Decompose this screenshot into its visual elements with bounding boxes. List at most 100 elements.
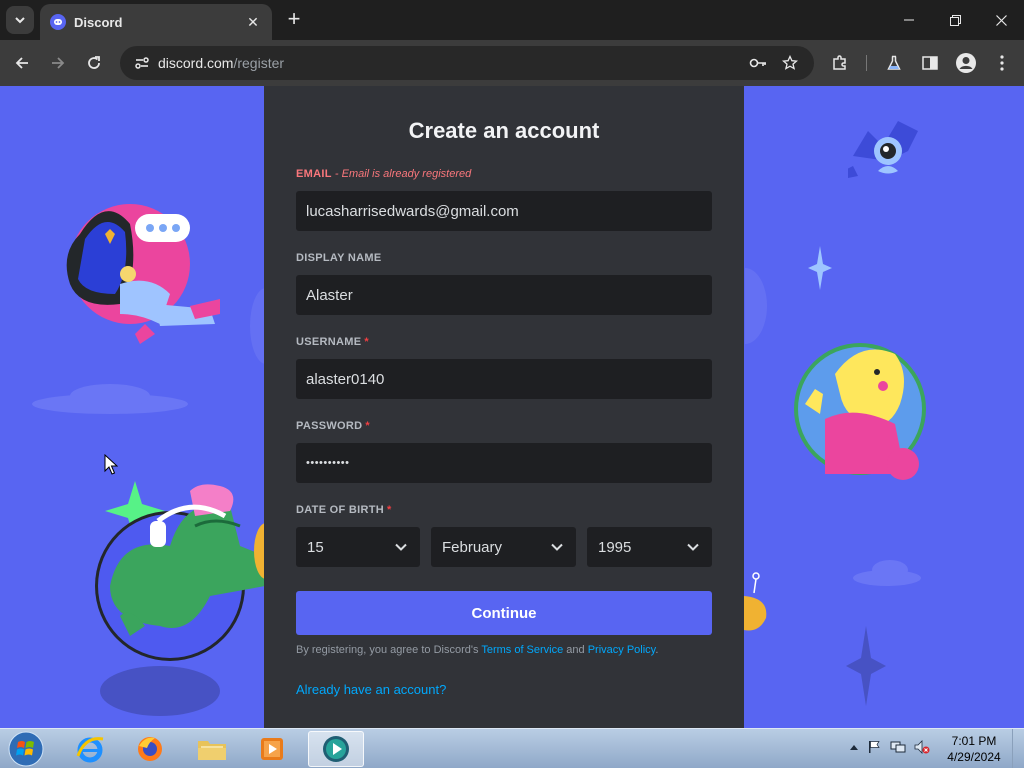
volume-muted-icon[interactable]	[914, 739, 930, 755]
tab-search-button[interactable]	[6, 6, 34, 34]
profile-avatar-icon[interactable]	[954, 51, 978, 75]
page-title: Create an account	[408, 118, 600, 143]
close-icon	[995, 14, 1007, 26]
legal-notice: By registering, you agree to Discord's T…	[296, 644, 712, 656]
media-player-icon	[261, 738, 283, 760]
browser-tab-discord[interactable]: Discord ✕	[40, 4, 272, 40]
password-field[interactable]: ••••••••••	[296, 443, 712, 483]
side-panel-icon[interactable]	[918, 51, 942, 75]
email-error-message: - Email is already registered	[334, 168, 472, 180]
extensions-puzzle-icon[interactable]	[828, 51, 852, 75]
minimize-button[interactable]	[886, 6, 932, 34]
email-label-text: EMAIL	[296, 168, 332, 180]
register-modal: Create an account EMAIL - Email is alrea…	[264, 86, 744, 728]
site-info-icon[interactable]	[132, 53, 152, 73]
toolbar-divider	[866, 55, 867, 71]
dob-month-value: February	[442, 538, 503, 556]
arrow-right-icon	[52, 57, 65, 69]
display-name-label: DISPLAY NAME	[296, 252, 382, 264]
bookmark-star-icon[interactable]	[780, 53, 800, 73]
mouse-pointer-icon	[104, 454, 118, 475]
username-label-text: USERNAME	[296, 336, 362, 348]
discord-icon	[50, 14, 66, 30]
more-menu-icon[interactable]	[990, 51, 1014, 75]
system-clock[interactable]: 7:01 PM 4/29/2024	[940, 733, 1008, 765]
chrome-browser-icon	[323, 736, 349, 762]
password-key-icon[interactable]	[748, 53, 768, 73]
show-desktop-button[interactable]	[1012, 729, 1024, 768]
continue-button[interactable]: Continue	[296, 591, 712, 635]
email-field[interactable]: lucasharrisedwards@gmail.com	[296, 191, 712, 231]
legal-prefix: By registering, you agree to Discord's	[296, 644, 482, 656]
taskbar-media-player[interactable]	[244, 731, 300, 767]
clock-time: 7:01 PM	[951, 734, 997, 748]
restore-button[interactable]	[932, 6, 978, 34]
windows-taskbar: 7:01 PM 4/29/2024	[0, 728, 1024, 768]
url-text: discord.com/register	[158, 55, 284, 71]
close-tab-icon[interactable]: ✕	[244, 14, 262, 31]
url-domain: discord.com	[158, 55, 234, 71]
background-shape	[745, 268, 767, 344]
required-asterisk: *	[387, 504, 392, 516]
address-bar[interactable]: discord.com/register	[120, 46, 814, 80]
dob-label-text: DATE OF BIRTH	[296, 504, 385, 516]
password-label: PASSWORD *	[296, 420, 370, 432]
taskbar-file-explorer[interactable]	[184, 731, 240, 767]
dob-day-value: 15	[307, 538, 324, 556]
sparkle-icon	[808, 246, 832, 290]
reload-icon	[88, 56, 100, 69]
discord-register-page: Create an account EMAIL - Email is alrea…	[0, 86, 1024, 728]
reload-button[interactable]	[80, 49, 108, 77]
folder-icon	[198, 741, 226, 760]
restore-icon	[949, 14, 961, 26]
show-hidden-icons-button[interactable]	[846, 739, 862, 755]
sparkle-icon	[846, 626, 886, 706]
legal-suffix: .	[655, 644, 659, 656]
chevron-down-icon	[687, 543, 699, 551]
display-name-field[interactable]: Alaster	[296, 275, 712, 315]
close-window-button[interactable]	[978, 6, 1024, 34]
firefox-icon	[138, 737, 162, 761]
cloud-illustration	[32, 384, 188, 414]
legal-and: and	[563, 644, 588, 656]
taskbar-chrome-app[interactable]	[308, 731, 364, 767]
username-field[interactable]: alaster0140	[296, 359, 712, 399]
password-label-text: PASSWORD	[296, 420, 363, 432]
labs-flask-icon[interactable]	[882, 51, 906, 75]
back-button[interactable]	[8, 49, 36, 77]
privacy-policy-link[interactable]: Privacy Policy	[588, 644, 656, 656]
minimize-icon	[904, 19, 914, 21]
internet-explorer-icon	[76, 737, 104, 763]
required-asterisk: *	[364, 336, 369, 348]
bat-creature-illustration	[848, 121, 918, 178]
action-center-flag-icon[interactable]	[866, 739, 882, 755]
dob-day-select[interactable]: 15	[296, 527, 420, 567]
email-label: EMAIL - Email is already registered	[296, 168, 471, 180]
browser-tab-bar: Discord ✕ +	[0, 0, 1024, 40]
start-button[interactable]	[6, 730, 46, 768]
taskbar-internet-explorer[interactable]	[62, 731, 118, 767]
username-label: USERNAME *	[296, 336, 369, 348]
character-hooded-illustration	[66, 204, 220, 344]
forward-button[interactable]	[44, 49, 72, 77]
terms-of-service-link[interactable]: Terms of Service	[481, 644, 563, 656]
required-asterisk: *	[365, 420, 370, 432]
windows-logo-icon	[8, 731, 44, 767]
green-monster-illustration	[95, 481, 265, 716]
new-tab-button[interactable]: +	[282, 8, 306, 32]
network-icon[interactable]	[890, 739, 906, 755]
dob-month-select[interactable]: February	[431, 527, 576, 567]
chevron-down-icon	[551, 543, 563, 551]
chevron-down-icon	[395, 543, 407, 551]
chevron-down-icon	[15, 17, 25, 24]
browser-toolbar: discord.com/register	[0, 40, 1024, 86]
login-link[interactable]: Already have an account?	[296, 682, 446, 697]
dob-year-select[interactable]: 1995	[587, 527, 712, 567]
taskbar-firefox[interactable]	[122, 731, 178, 767]
cloud-illustration	[853, 560, 921, 586]
background-shape	[250, 288, 266, 364]
tab-title: Discord	[74, 14, 123, 30]
url-path: /register	[233, 55, 285, 71]
chevron-up-icon	[850, 745, 858, 750]
arrow-left-icon	[15, 57, 28, 69]
